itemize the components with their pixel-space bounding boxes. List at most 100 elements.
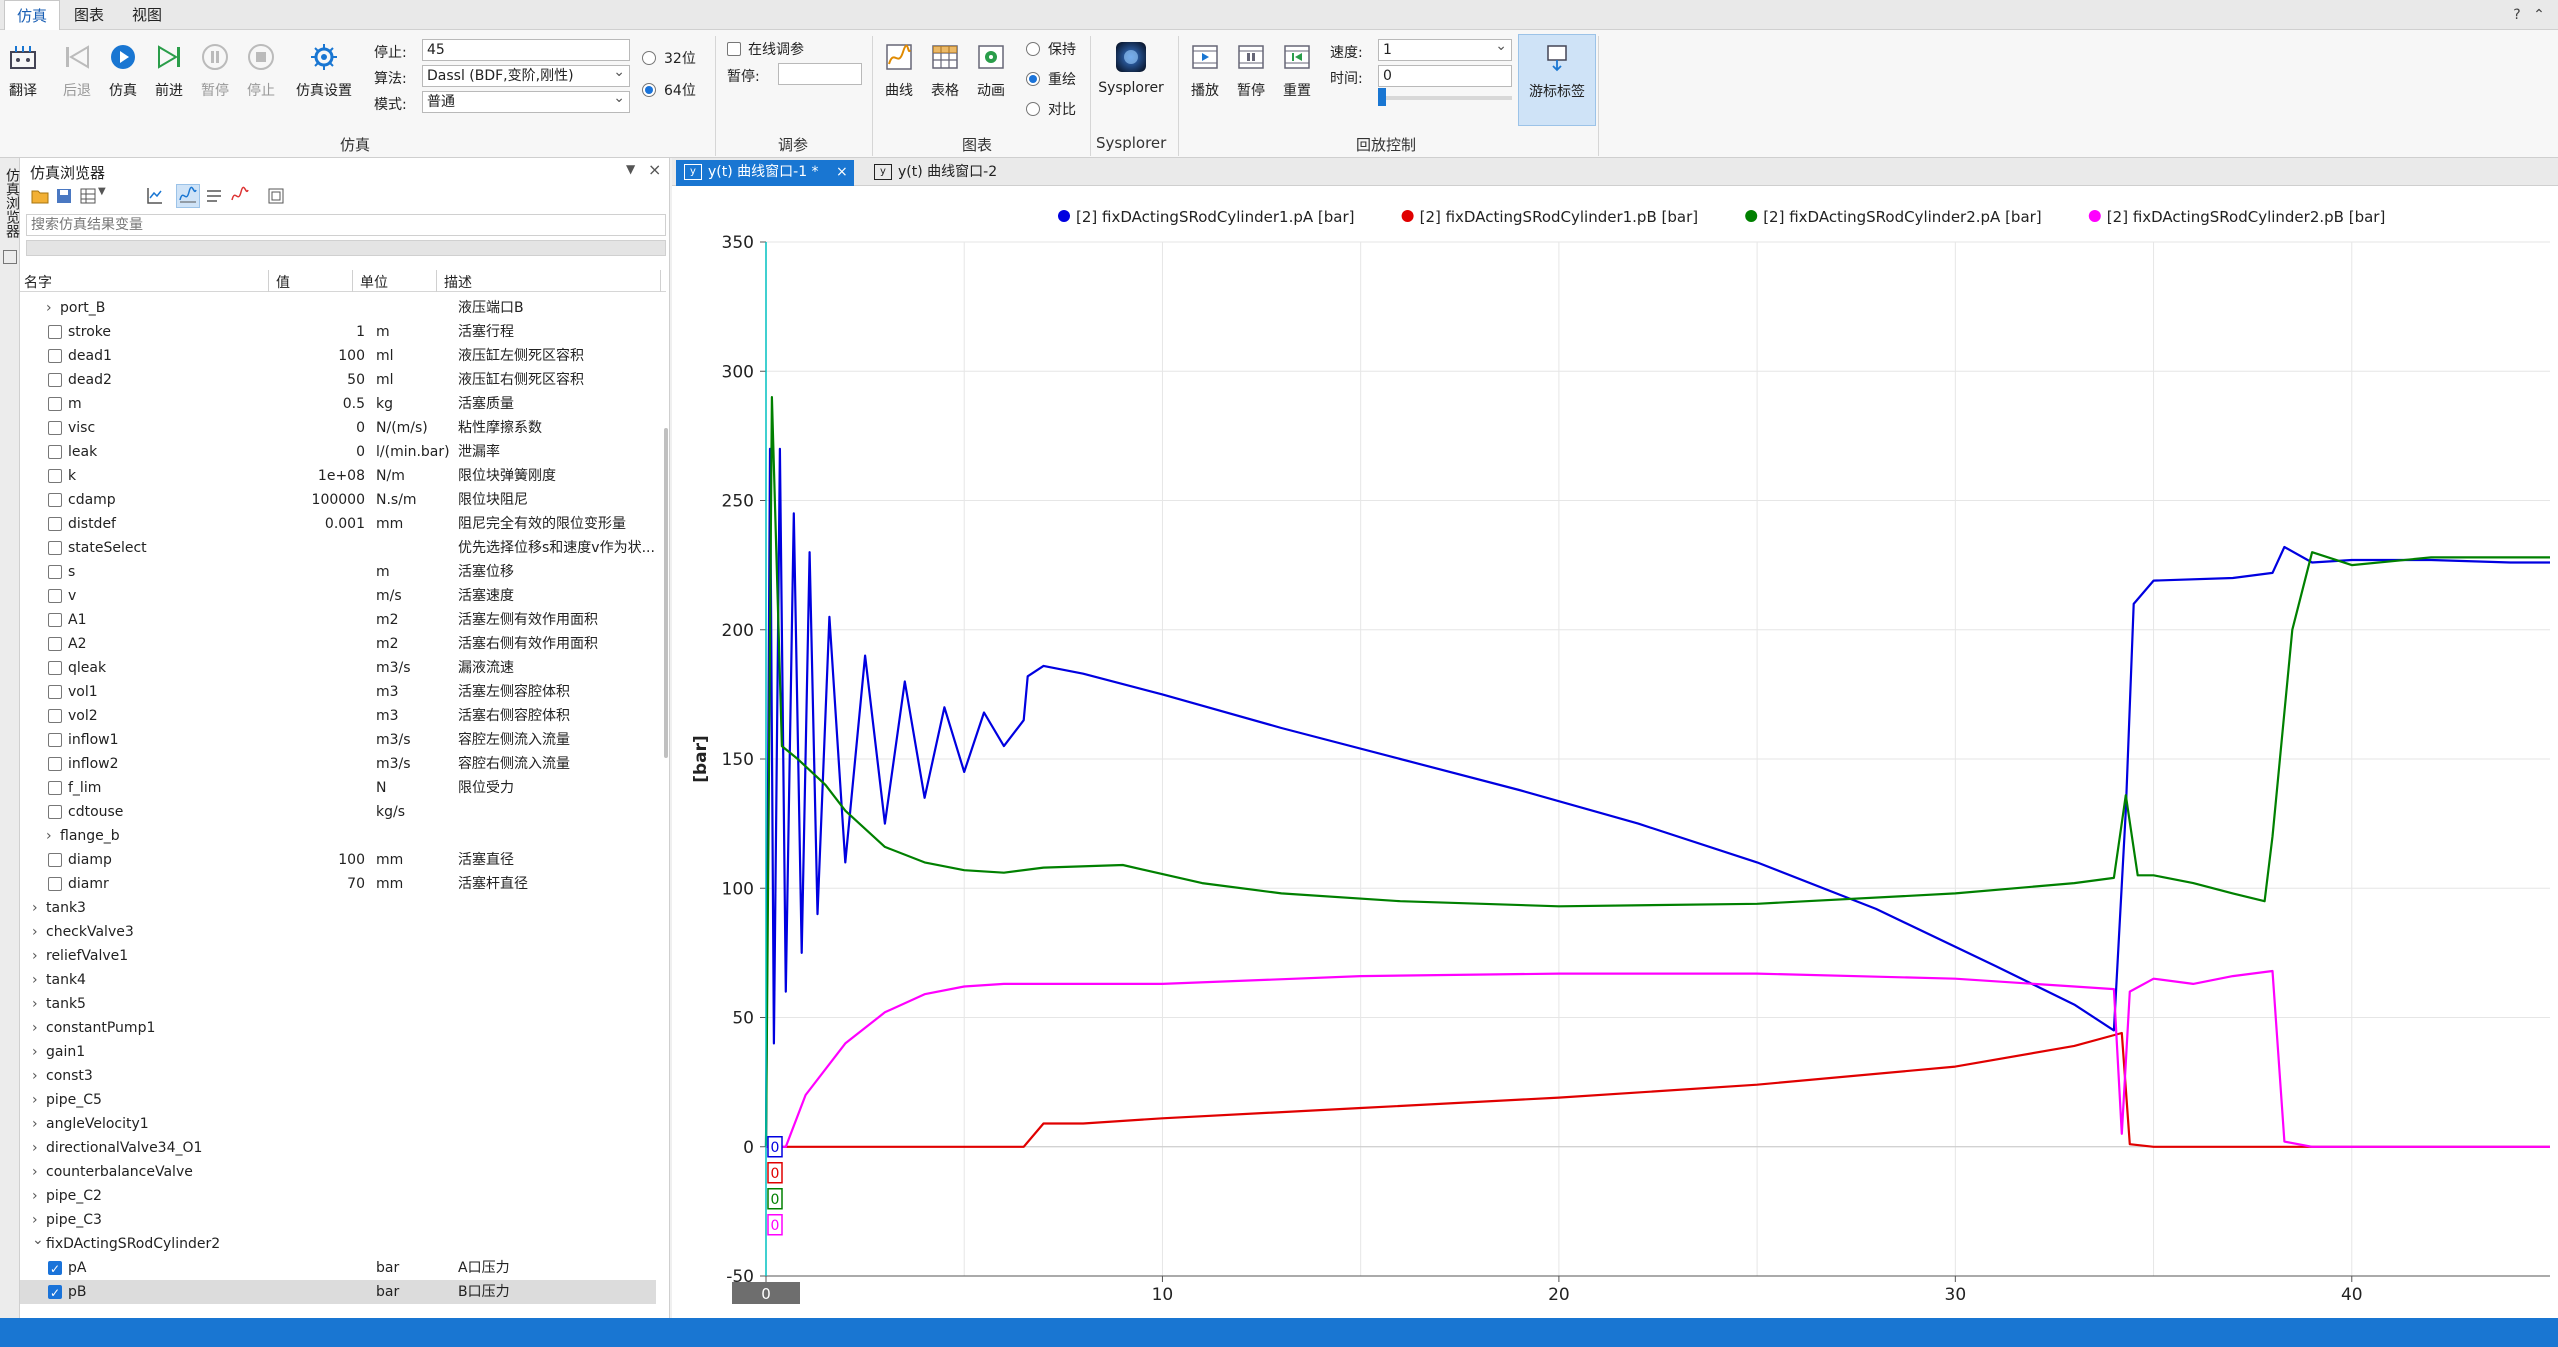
- wave-curve-icon[interactable]: [178, 186, 198, 206]
- mode-select[interactable]: 普通: [422, 88, 630, 113]
- grid-view-icon[interactable]: [78, 186, 98, 206]
- tree-node-row[interactable]: › reliefValve1: [20, 944, 656, 968]
- variable-checkbox[interactable]: [48, 853, 62, 867]
- variable-checkbox[interactable]: [48, 805, 62, 819]
- variable-row[interactable]: stateSelect 优先选择位移s和速度v作为状...: [20, 536, 656, 560]
- column-value[interactable]: 值: [276, 272, 290, 292]
- stop-time-input[interactable]: 45: [422, 39, 630, 61]
- tree-node-row[interactable]: › pipe_C3: [20, 1208, 656, 1232]
- sysplorer-button[interactable]: Sysplorer: [1094, 40, 1168, 96]
- variable-row[interactable]: f_lim N 限位受力: [20, 776, 656, 800]
- variable-row[interactable]: diamp 100 mm 活塞直径: [20, 848, 656, 872]
- save-icon[interactable]: [54, 186, 74, 206]
- column-description[interactable]: 描述: [444, 272, 472, 292]
- list-lines-icon[interactable]: [204, 186, 224, 206]
- cursor-label-button[interactable]: 游标标签: [1518, 34, 1596, 126]
- sim-settings-button[interactable]: 仿真设置: [292, 40, 356, 100]
- variable-checkbox[interactable]: [48, 421, 62, 435]
- variable-row[interactable]: vol2 m3 活塞右侧容腔体积: [20, 704, 656, 728]
- tree-node-row[interactable]: › angleVelocity1: [20, 1112, 656, 1136]
- tree-node-row[interactable]: › constantPump1: [20, 1016, 656, 1040]
- algorithm-select[interactable]: Dassl (BDF,变阶,刚性): [422, 62, 630, 87]
- variable-checkbox[interactable]: [48, 661, 62, 675]
- vertical-scrollbar[interactable]: [664, 428, 668, 758]
- tree-node-row[interactable]: › pipe_C5: [20, 1088, 656, 1112]
- playback-pause-button[interactable]: 暂停: [1228, 40, 1274, 100]
- menu-tab-view[interactable]: 视图: [120, 0, 174, 30]
- variable-row[interactable]: pA_absbar端口A的绝对压力: [20, 1304, 656, 1306]
- variable-checkbox[interactable]: [48, 781, 62, 795]
- open-folder-icon[interactable]: [30, 186, 50, 206]
- variable-checkbox[interactable]: [48, 541, 62, 555]
- chevron-right-icon[interactable]: ›: [46, 296, 58, 320]
- time-slider-track[interactable]: [1378, 96, 1512, 100]
- variable-checkbox[interactable]: [48, 709, 62, 723]
- variable-row[interactable]: dead1 100 ml 液压缸左侧死区容积: [20, 344, 656, 368]
- chevron-right-icon[interactable]: ›: [32, 1016, 44, 1040]
- tree-node-row[interactable]: › counterbalanceValve: [20, 1160, 656, 1184]
- variable-checkbox[interactable]: [48, 445, 62, 459]
- close-panel-icon[interactable]: ×: [648, 160, 661, 179]
- variable-row[interactable]: m 0.5 kg 活塞质量: [20, 392, 656, 416]
- variable-checkbox[interactable]: [48, 877, 62, 891]
- tree-node-row[interactable]: › checkValve3: [20, 920, 656, 944]
- column-name[interactable]: 名字: [24, 272, 52, 292]
- tab-curve-window-1[interactable]: y y(t) 曲线窗口-1 * ×: [676, 160, 854, 186]
- chevron-right-icon[interactable]: ›: [32, 920, 44, 944]
- radio-redraw[interactable]: [1026, 72, 1040, 86]
- tree-node-row[interactable]: › tank5: [20, 992, 656, 1016]
- tree-node-row[interactable]: › pipe_C2: [20, 1184, 656, 1208]
- variable-row[interactable]: vol1 m3 活塞左侧容腔体积: [20, 680, 656, 704]
- chevron-right-icon[interactable]: ›: [32, 1160, 44, 1184]
- chevron-right-icon[interactable]: ›: [32, 1088, 44, 1112]
- variable-row[interactable]: v m/s 活塞速度: [20, 584, 656, 608]
- close-tab-icon[interactable]: ×: [836, 160, 848, 184]
- tree-node-row[interactable]: › flange_b: [20, 824, 656, 848]
- time-slider-thumb[interactable]: [1378, 88, 1386, 106]
- variable-checkbox[interactable]: [48, 613, 62, 627]
- chevron-right-icon[interactable]: ›: [32, 968, 44, 992]
- radio-32bit[interactable]: [642, 51, 656, 65]
- chevron-right-icon[interactable]: ›: [32, 944, 44, 968]
- variable-checkbox[interactable]: [48, 565, 62, 579]
- variable-checkbox[interactable]: [48, 373, 62, 387]
- translate-button[interactable]: 翻译: [0, 40, 46, 100]
- pause-button[interactable]: 暂停: [192, 40, 238, 100]
- tree-node-row[interactable]: › directionalValve34_O1: [20, 1136, 656, 1160]
- variable-row[interactable]: qleak m3/s 漏液流速: [20, 656, 656, 680]
- variable-row[interactable]: s m 活塞位移: [20, 560, 656, 584]
- radio-keep[interactable]: [1026, 42, 1040, 56]
- online-tuning-checkbox[interactable]: [727, 42, 741, 56]
- line-chart[interactable]: -5005010015020025030035010 20 30 40[bar][2]…: [672, 186, 2558, 1318]
- axis-icon[interactable]: [144, 186, 164, 206]
- stop-button[interactable]: 停止: [238, 40, 284, 100]
- variable-row[interactable]: A2 m2 活塞右侧有效作用面积: [20, 632, 656, 656]
- tree-node-row[interactable]: ⌄ fixDActingSRodCylinder2: [20, 1232, 656, 1256]
- variable-checkbox[interactable]: [48, 397, 62, 411]
- animation-button[interactable]: 动画: [968, 40, 1014, 100]
- variable-checkbox[interactable]: [48, 493, 62, 507]
- chevron-down-icon[interactable]: ⌄: [32, 1228, 44, 1252]
- speed-select[interactable]: 1: [1378, 36, 1512, 61]
- minimize-ribbon-icon[interactable]: ⌃: [2530, 6, 2548, 24]
- playback-play-button[interactable]: 播放: [1182, 40, 1228, 100]
- tree-node-row[interactable]: › port_B 液压端口B: [20, 296, 656, 320]
- variable-checkbox[interactable]: [48, 637, 62, 651]
- variable-checkbox[interactable]: [48, 589, 62, 603]
- table-button[interactable]: 表格: [922, 40, 968, 100]
- back-button[interactable]: 后退: [54, 40, 100, 100]
- variable-row[interactable]: diamr 70 mm 活塞杆直径: [20, 872, 656, 896]
- variable-checkbox[interactable]: [48, 325, 62, 339]
- help-icon[interactable]: ?: [2508, 6, 2526, 24]
- forward-button[interactable]: 前进: [146, 40, 192, 100]
- variable-row[interactable]: inflow1 m3/s 容腔左侧流入流量: [20, 728, 656, 752]
- curve-button[interactable]: 曲线: [876, 40, 922, 100]
- tree-node-row[interactable]: › tank3: [20, 896, 656, 920]
- variable-row[interactable]: visc 0 N/(m/s) 粘性摩擦系数: [20, 416, 656, 440]
- time-input[interactable]: 0: [1378, 65, 1512, 87]
- side-tab-sim-browser[interactable]: 仿真浏览器: [2, 168, 22, 238]
- chevron-right-icon[interactable]: ›: [46, 824, 58, 848]
- menu-tab-chart[interactable]: 图表: [62, 0, 116, 30]
- variable-checkbox[interactable]: [48, 1281, 62, 1305]
- chevron-right-icon[interactable]: ›: [32, 1136, 44, 1160]
